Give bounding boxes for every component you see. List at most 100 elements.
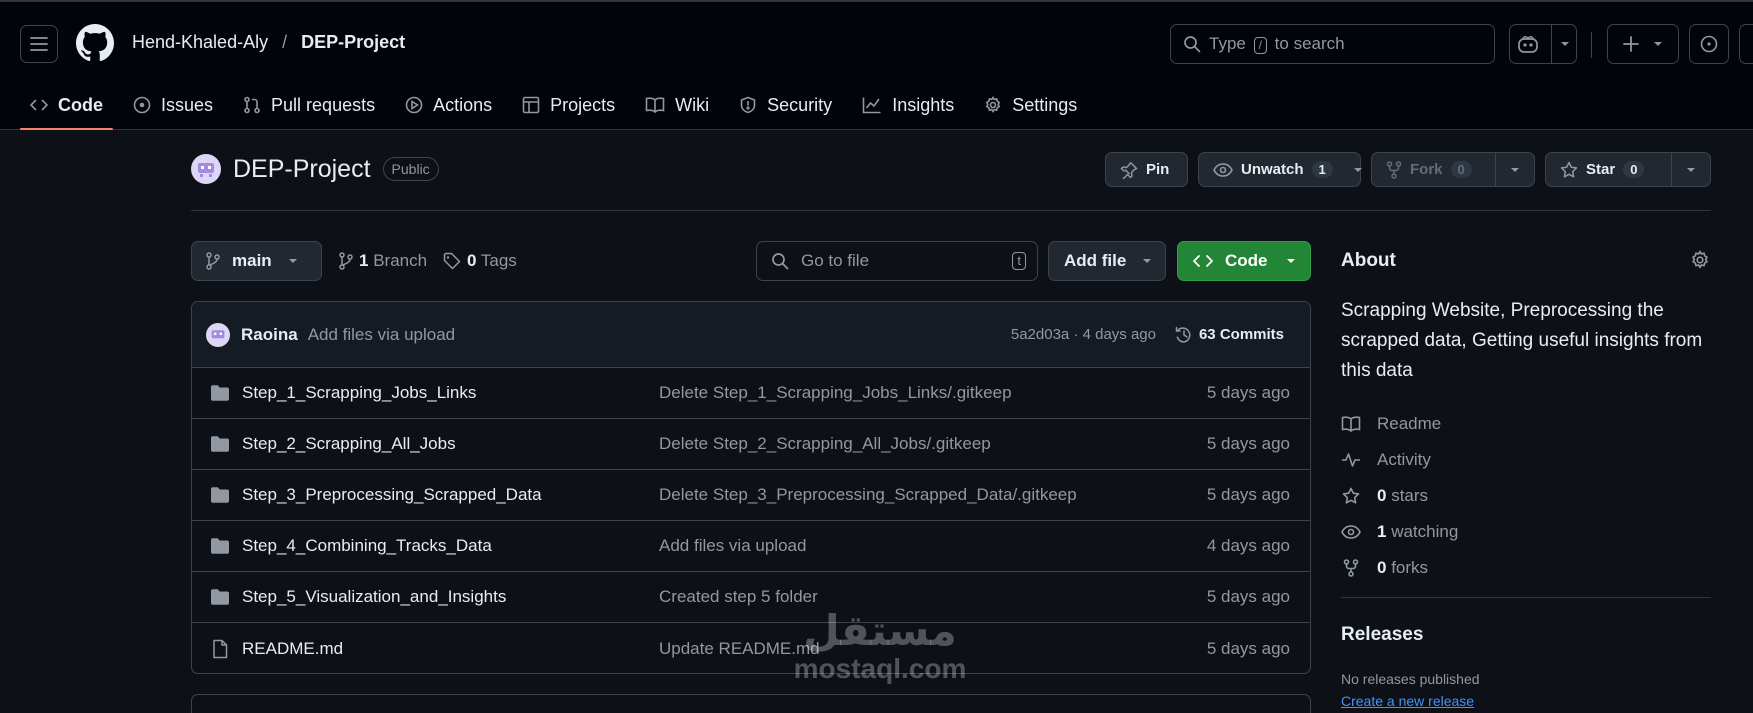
- latest-commit-row: Raoina Add files via upload 5a2d03a · 4 …: [192, 302, 1310, 368]
- branch-selector[interactable]: main: [191, 241, 322, 281]
- releases-heading[interactable]: Releases: [1341, 624, 1423, 646]
- create-release-link[interactable]: Create a new release: [1341, 693, 1474, 709]
- file-row[interactable]: Step_2_Scrapping_All_Jobs Delete Step_2_…: [192, 419, 1310, 470]
- tab-projects[interactable]: Projects: [512, 82, 625, 128]
- about-settings-button[interactable]: [1690, 250, 1710, 270]
- branch-icon: [206, 252, 220, 270]
- tab-issues[interactable]: Issues: [123, 82, 223, 128]
- about-links: Readme Activity 0 stars 1 watching 0 for…: [1341, 406, 1458, 586]
- about-description: Scrapping Website, Preprocessing the scr…: [1341, 300, 1703, 381]
- chevron-down-icon: [288, 259, 297, 263]
- branches-link[interactable]: 1 Branch: [339, 251, 427, 271]
- file-commit-date: 5 days ago: [1206, 485, 1290, 504]
- add-file-button[interactable]: Add file: [1048, 241, 1166, 281]
- chevron-down-icon: [1511, 167, 1519, 172]
- activity-link[interactable]: Activity: [1341, 442, 1458, 478]
- file-commit-message[interactable]: Update README.md: [659, 639, 820, 659]
- pulse-icon: [1342, 453, 1360, 467]
- file-commit-message[interactable]: Created step 5 folder: [659, 587, 818, 607]
- readme-link[interactable]: Readme: [1341, 406, 1458, 442]
- file-name[interactable]: Step_4_Combining_Tracks_Data: [242, 536, 492, 556]
- tab-actions[interactable]: Actions: [395, 82, 502, 128]
- code-icon: [1193, 255, 1213, 267]
- tab-label: Actions: [433, 94, 493, 115]
- file-table: Raoina Add files via upload 5a2d03a · 4 …: [191, 301, 1311, 674]
- breadcrumb-owner-link[interactable]: Hend-Khaled-Aly: [132, 32, 268, 53]
- chevron-down-icon: [1560, 42, 1569, 46]
- file-name[interactable]: README.md: [242, 639, 343, 659]
- global-search-input[interactable]: Type / to search: [1170, 24, 1495, 64]
- go-to-file-placeholder: Go to file: [801, 251, 870, 270]
- file-commit-date: 5 days ago: [1206, 638, 1290, 658]
- repo-title-bar: DEP-Project Public: [191, 154, 439, 184]
- issues-button[interactable]: [1689, 24, 1729, 64]
- tab-code[interactable]: Code: [20, 82, 113, 130]
- tag-count: 0: [467, 251, 477, 270]
- identicon-icon: [211, 329, 225, 338]
- star-icon: [1560, 161, 1578, 178]
- go-to-file-input[interactable]: Go to file t: [756, 241, 1038, 281]
- fork-icon: [1343, 559, 1359, 577]
- file-name[interactable]: Step_2_Scrapping_All_Jobs: [242, 434, 456, 454]
- file-name[interactable]: Step_1_Scrapping_Jobs_Links: [242, 383, 476, 403]
- file-name[interactable]: Step_3_Preprocessing_Scrapped_Data: [242, 485, 542, 505]
- unwatch-button[interactable]: Unwatch 1: [1198, 152, 1362, 187]
- forks-count: 0: [1377, 558, 1387, 577]
- eye-icon: [1213, 162, 1233, 177]
- tab-security[interactable]: Security: [729, 82, 842, 128]
- stars-count: 0: [1377, 486, 1387, 505]
- hamburger-menu-button[interactable]: [20, 25, 58, 63]
- pin-button[interactable]: Pin: [1105, 152, 1188, 187]
- file-commit-message[interactable]: Add files via upload: [659, 536, 806, 556]
- pin-icon: [1120, 161, 1138, 179]
- commit-author-avatar[interactable]: [206, 322, 230, 347]
- watching-link[interactable]: 1 watching: [1341, 514, 1458, 550]
- breadcrumb-separator: /: [282, 32, 288, 52]
- file-row[interactable]: Step_3_Preprocessing_Scrapped_Data Delet…: [192, 470, 1310, 521]
- fork-button[interactable]: Fork 0: [1371, 152, 1535, 187]
- tab-insights[interactable]: Insights: [852, 82, 964, 128]
- pull-requests-button[interactable]: [1739, 24, 1753, 64]
- tab-wiki[interactable]: Wiki: [635, 82, 719, 128]
- tab-label: Wiki: [675, 94, 710, 115]
- stars-link[interactable]: 0 stars: [1341, 478, 1458, 514]
- tags-link[interactable]: 0 Tags: [443, 251, 517, 271]
- book-icon: [1341, 416, 1361, 433]
- tab-settings[interactable]: Settings: [974, 82, 1087, 128]
- header-divider-line: [191, 210, 1711, 211]
- repo-name[interactable]: DEP-Project: [233, 155, 371, 184]
- chevron-down-icon: [1143, 259, 1152, 263]
- forks-link[interactable]: 0 forks: [1341, 550, 1458, 586]
- file-row[interactable]: Step_4_Combining_Tracks_Data Add files v…: [192, 521, 1310, 572]
- file-icon: [213, 639, 228, 658]
- breadcrumb-repo-link[interactable]: DEP-Project: [301, 32, 405, 53]
- star-icon: [1342, 487, 1360, 504]
- copilot-button[interactable]: [1509, 24, 1577, 64]
- folder-icon: [211, 487, 229, 503]
- plus-icon: [1623, 36, 1639, 52]
- file-row[interactable]: Step_5_Visualization_and_Insights Create…: [192, 572, 1310, 623]
- commit-author[interactable]: Raoina: [241, 325, 298, 345]
- header-divider: [1591, 32, 1592, 58]
- commits-link[interactable]: 63 Commits: [1175, 326, 1284, 344]
- fork-label: Fork: [1410, 161, 1443, 178]
- file-name[interactable]: Step_5_Visualization_and_Insights: [242, 587, 506, 607]
- github-logo-icon[interactable]: [76, 24, 114, 62]
- commit-sha-time[interactable]: 5a2d03a · 4 days ago: [1011, 326, 1156, 343]
- file-commit-message[interactable]: Delete Step_3_Preprocessing_Scrapped_Dat…: [659, 485, 1077, 505]
- file-commit-message[interactable]: Delete Step_2_Scrapping_All_Jobs/.gitkee…: [659, 434, 991, 454]
- tab-label: Security: [767, 94, 833, 115]
- file-commit-message[interactable]: Delete Step_1_Scrapping_Jobs_Links/.gitk…: [659, 383, 1012, 403]
- gear-icon: [985, 96, 1001, 113]
- commit-message[interactable]: Add files via upload: [308, 325, 455, 345]
- file-row[interactable]: README.md Update README.md 5 days ago: [192, 623, 1310, 673]
- tab-label: Projects: [550, 94, 616, 115]
- tab-label: Settings: [1012, 94, 1078, 115]
- tab-pull-requests[interactable]: Pull requests: [233, 82, 385, 128]
- create-new-button[interactable]: [1607, 24, 1679, 64]
- star-button[interactable]: Star 0: [1545, 152, 1711, 187]
- code-icon: [30, 99, 48, 111]
- file-row[interactable]: Step_1_Scrapping_Jobs_Links Delete Step_…: [192, 368, 1310, 419]
- owner-avatar[interactable]: [191, 154, 221, 184]
- code-dropdown-button[interactable]: Code: [1177, 241, 1311, 281]
